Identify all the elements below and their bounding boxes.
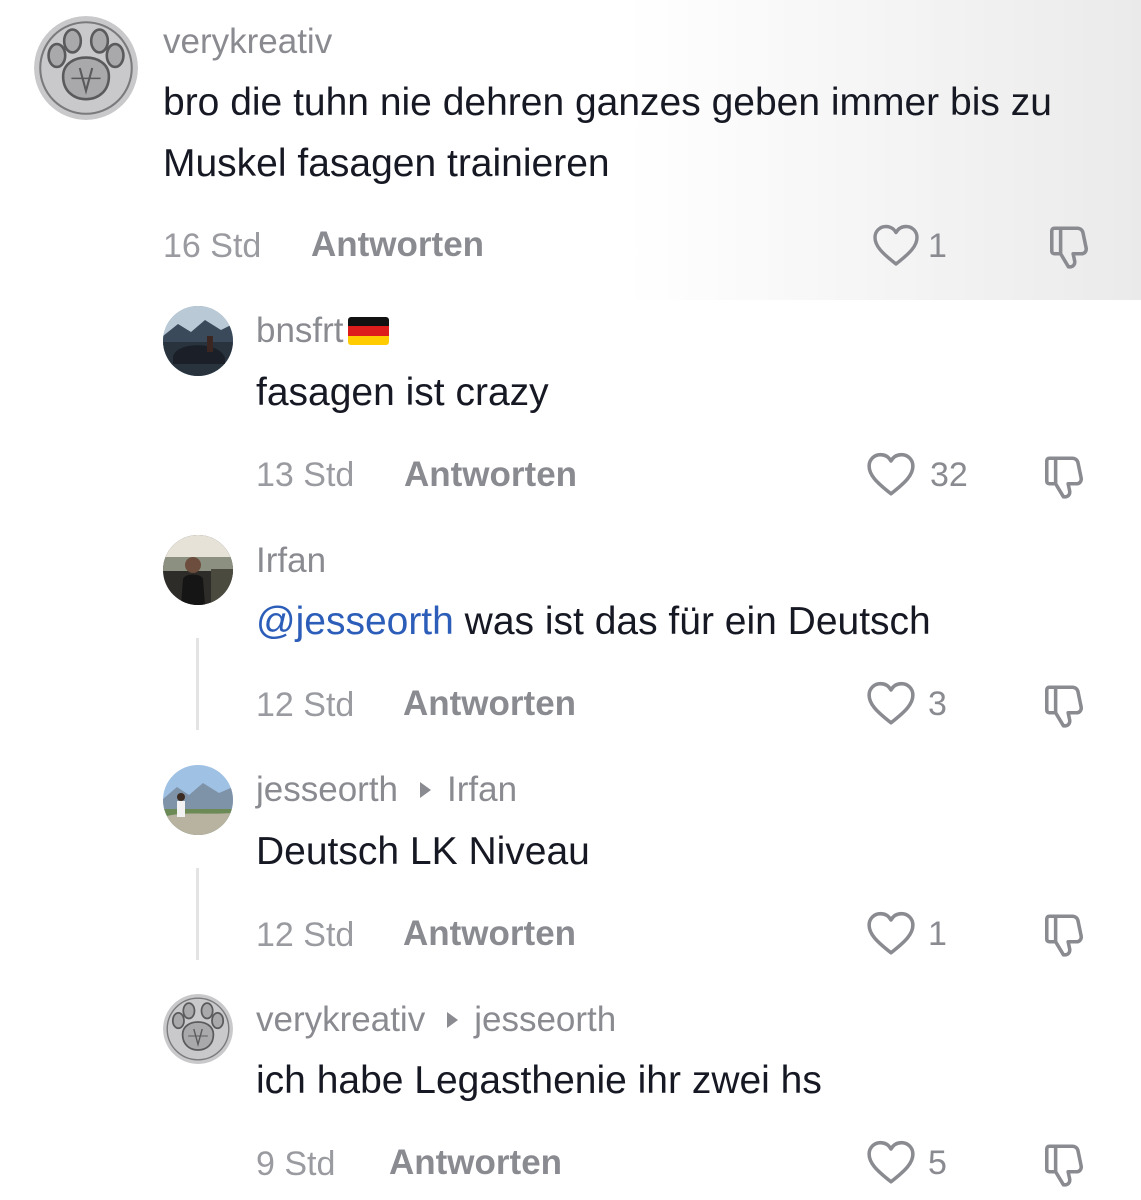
reply-button[interactable]: Antworten (403, 914, 576, 954)
heart-icon (866, 1138, 916, 1188)
avatar[interactable] (163, 306, 233, 376)
reply-button[interactable]: Antworten (404, 455, 577, 495)
mountain-photo-avatar (163, 765, 233, 835)
comment-text: Deutsch LK Niveau (256, 830, 590, 873)
avatar[interactable] (163, 535, 233, 605)
like-count: 32 (930, 455, 968, 494)
timestamp: 9 Std (256, 1145, 336, 1183)
comment-text: ich habe Legasthenie ihr zwei hs (256, 1059, 822, 1102)
timestamp: 13 Std (256, 456, 355, 494)
heart-icon (866, 909, 916, 959)
mention-link[interactable]: @jesseorth (256, 600, 454, 643)
username[interactable]: verykreativ jesseorth (256, 1000, 616, 1040)
thread-line (196, 638, 199, 730)
username-text: bnsfrt (256, 311, 344, 350)
thumbs-down-icon (1045, 222, 1095, 272)
dislike-button[interactable] (1040, 681, 1090, 736)
comment-text-body: was ist das für ein Deutsch (453, 600, 931, 643)
comment-text: fasagen ist crazy (256, 371, 549, 414)
dislike-button[interactable] (1040, 910, 1090, 965)
thread-line (196, 868, 199, 960)
username[interactable]: bnsfrt (256, 311, 389, 351)
thumbs-down-icon (1040, 681, 1090, 731)
reply-button[interactable]: Antworten (389, 1143, 562, 1183)
reply-to-username[interactable]: Irfan (447, 770, 517, 810)
car-photo-avatar (163, 306, 233, 376)
reply-button[interactable]: Antworten (403, 684, 576, 724)
like-button[interactable]: 3 (866, 679, 947, 729)
like-count: 5 (928, 1143, 947, 1182)
heart-icon (866, 679, 916, 729)
reply-to-arrow-icon (447, 1012, 459, 1028)
reply-to-username[interactable]: jesseorth (474, 1000, 616, 1040)
german-flag-icon (347, 317, 389, 345)
dislike-button[interactable] (1040, 452, 1090, 507)
heart-icon (866, 450, 916, 500)
username[interactable]: jesseorth Irfan (256, 770, 517, 810)
avatar[interactable] (163, 765, 233, 835)
thumbs-down-icon (1040, 452, 1090, 502)
person-photo-avatar (163, 535, 233, 605)
reply-to-arrow-icon (420, 782, 432, 798)
heart-icon (872, 222, 920, 270)
like-count: 1 (928, 914, 947, 953)
paw-logo-icon (163, 994, 233, 1064)
dislike-button[interactable] (1040, 1140, 1090, 1195)
thumbs-down-icon (1040, 910, 1090, 960)
username[interactable]: verykreativ (163, 22, 332, 62)
timestamp: 12 Std (256, 916, 355, 954)
like-button[interactable]: 5 (866, 1138, 947, 1188)
paw-logo-icon (34, 16, 138, 120)
comment-text: @jesseorth was ist das für ein Deutsch (256, 591, 931, 652)
comment-text: bro die tuhn nie dehren ganzes geben imm… (163, 81, 1052, 185)
timestamp: 16 Std (163, 227, 262, 265)
avatar[interactable] (34, 16, 138, 120)
like-button[interactable]: 1 (866, 909, 947, 959)
like-button[interactable]: 32 (866, 450, 968, 500)
like-count: 1 (928, 226, 947, 265)
avatar[interactable] (163, 994, 233, 1064)
username-text: verykreativ (256, 1000, 426, 1039)
timestamp: 12 Std (256, 686, 355, 724)
username[interactable]: Irfan (256, 541, 326, 581)
like-count: 3 (928, 684, 947, 723)
reply-button[interactable]: Antworten (311, 225, 484, 265)
username-text: jesseorth (256, 770, 399, 809)
dislike-button[interactable] (1045, 222, 1095, 277)
like-button[interactable]: 1 (872, 222, 947, 270)
thumbs-down-icon (1040, 1140, 1090, 1190)
